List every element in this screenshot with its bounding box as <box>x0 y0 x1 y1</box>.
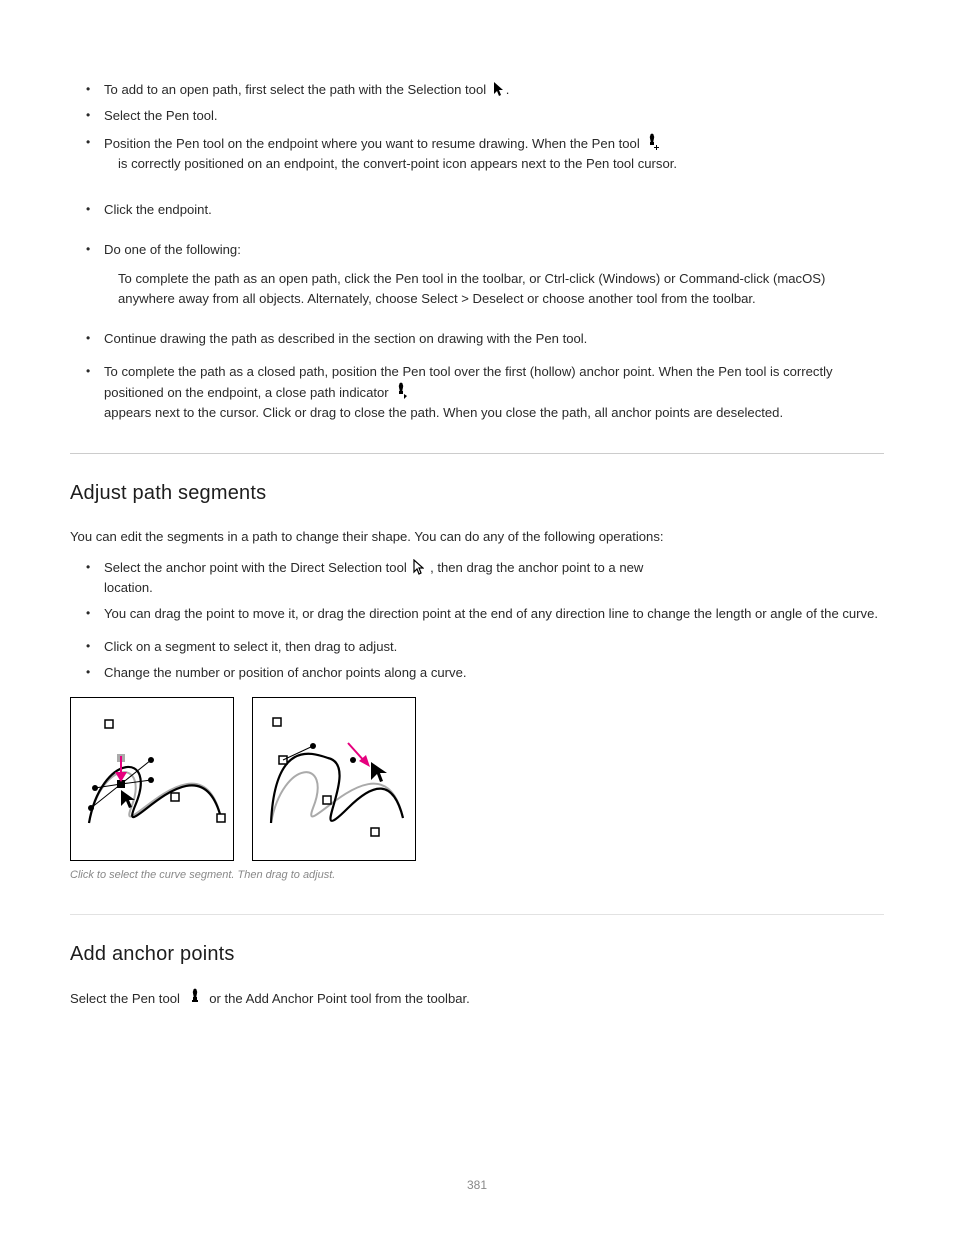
section-heading: Adjust path segments <box>70 478 884 509</box>
body-text: Select the anchor point with the Direct … <box>104 560 407 575</box>
continuation-text: is correctly positioned on an endpoint, … <box>118 154 884 174</box>
list-item: Click on a segment to select it, then dr… <box>90 637 884 657</box>
sub-paragraph: To complete the path as an open path, cl… <box>118 269 884 310</box>
list-item: To add to an open path, first select the… <box>90 80 884 100</box>
pen-close-path-icon <box>394 382 410 400</box>
body-text: appears next to the cursor. Click or dra… <box>104 405 783 420</box>
heading-text: Add anchor points <box>70 943 235 965</box>
period: . <box>506 82 510 97</box>
body-text: To complete the path as a closed path, p… <box>104 364 833 400</box>
body-text: You can edit the segments in a path to c… <box>70 529 664 544</box>
body-text: Position the Pen tool on the endpoint wh… <box>104 136 640 151</box>
figure-select-segment <box>70 697 234 861</box>
body-text: Change the number or position of anchor … <box>104 665 467 680</box>
list-item: Change the number or position of anchor … <box>90 663 884 683</box>
body-text: , then drag the anchor point to a new <box>430 560 643 575</box>
figure-drag-segment <box>252 697 416 861</box>
direct-selection-tool-icon <box>412 559 424 575</box>
figure-row <box>70 697 884 861</box>
bullet-list-top: To add to an open path, first select the… <box>90 80 884 423</box>
list-item: Continue drawing the path as described i… <box>90 329 884 349</box>
list-item: Do one of the following: To complete the… <box>90 240 884 309</box>
paragraph: Select the Pen tool or the Add Anchor Po… <box>70 988 884 1009</box>
body-text: To add to an open path, first select the… <box>104 82 486 97</box>
pen-add-point-icon <box>645 133 661 151</box>
body-text: is correctly positioned on an endpoint, … <box>118 156 677 171</box>
list-item: You can drag the point to move it, or dr… <box>90 604 884 624</box>
caption-text: Click to select the curve segment. Then … <box>70 869 335 881</box>
list-item: Select the Pen tool. <box>90 106 884 126</box>
bullet-list-section1: Select the anchor point with the Direct … <box>90 558 884 683</box>
body-text: Do one of the following: <box>104 242 241 257</box>
paragraph: You can edit the segments in a path to c… <box>70 527 884 547</box>
body-text: location. <box>104 580 153 595</box>
list-item: Select the anchor point with the Direct … <box>90 558 884 599</box>
list-item: Click the endpoint. <box>90 200 884 220</box>
section-heading: Add anchor points <box>70 939 884 970</box>
body-text: Select the Pen tool <box>70 991 180 1006</box>
page-number-text: 381 <box>467 1178 487 1192</box>
heading-text: Adjust path segments <box>70 482 266 504</box>
selection-tool-icon <box>492 81 504 97</box>
body-text: You can drag the point to move it, or dr… <box>104 606 878 621</box>
section-divider <box>70 914 884 915</box>
document-page: To add to an open path, first select the… <box>0 0 954 1235</box>
body-text: Select the Pen tool. <box>104 108 218 123</box>
body-text: To complete the path as an open path, cl… <box>118 271 825 306</box>
body-text: or the Add Anchor Point tool from the to… <box>209 991 470 1006</box>
figure-caption: Click to select the curve segment. Then … <box>70 867 884 884</box>
list-item: Position the Pen tool on the endpoint wh… <box>90 133 884 175</box>
pen-tool-icon <box>188 988 202 1006</box>
page-number: 381 <box>0 1176 954 1195</box>
section-divider <box>70 453 884 454</box>
list-item: To complete the path as a closed path, p… <box>90 362 884 424</box>
body-text: Click the endpoint. <box>104 202 212 217</box>
body-text: Continue drawing the path as described i… <box>104 331 587 346</box>
body-text: Click on a segment to select it, then dr… <box>104 639 397 654</box>
